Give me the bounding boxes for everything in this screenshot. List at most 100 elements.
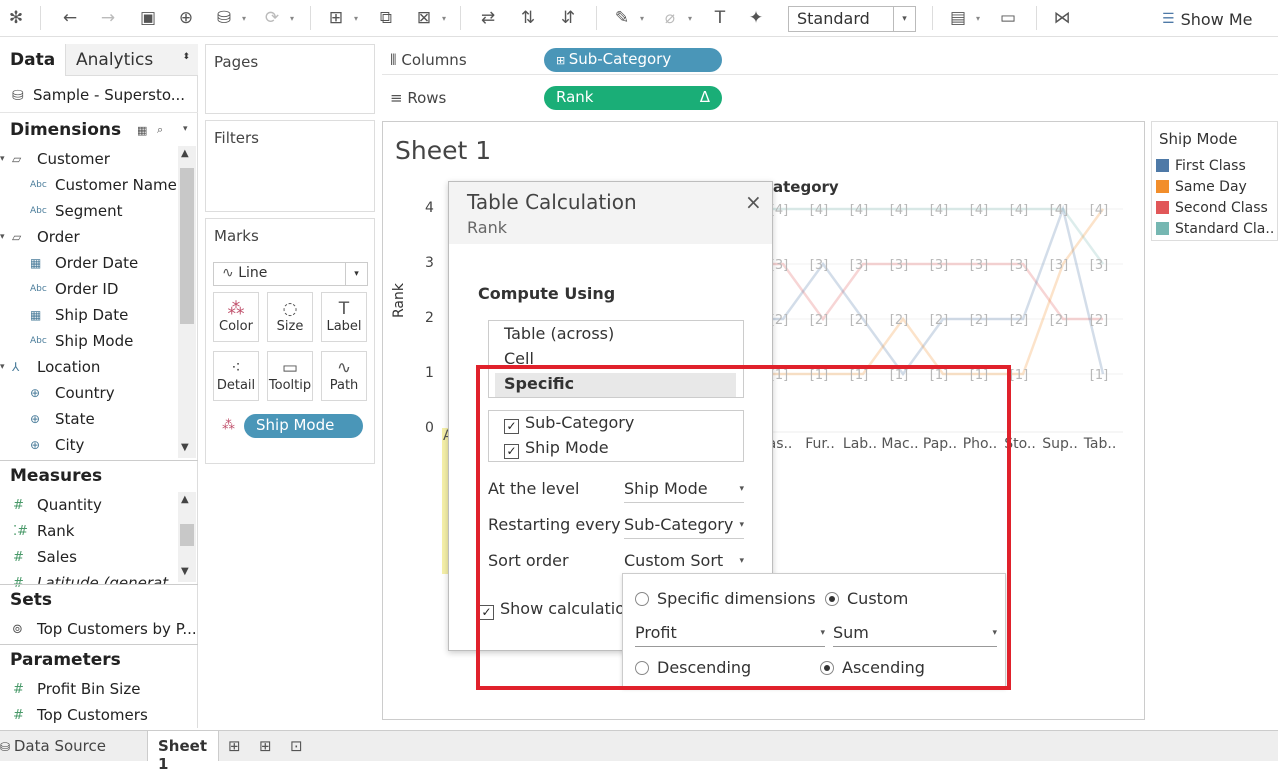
mark-type-select[interactable]: ∿ Line ▾ (213, 262, 368, 286)
legend-item[interactable]: Second Class (1156, 200, 1268, 216)
scroll-up-icon[interactable]: ▲ (181, 148, 189, 159)
radio-ascending[interactable]: Ascending (820, 658, 925, 677)
new-dashboard-icon[interactable]: ⊞ (259, 737, 272, 755)
redo-icon[interactable]: → (94, 4, 122, 32)
chevron-down-icon[interactable]: ▾ (183, 124, 188, 134)
legend-item[interactable]: Same Day (1156, 179, 1247, 195)
chevron-down-icon[interactable]: ▾ (345, 263, 367, 285)
new-story-icon[interactable]: ⊡ (290, 737, 303, 755)
tab-analytics[interactable]: Analytics ⬍ (65, 44, 198, 76)
new-datasource-icon[interactable]: ⊕ (172, 4, 200, 32)
dimension-field[interactable]: Order ID (55, 280, 118, 298)
pause-updates-icon[interactable]: ⛁ ▾ (210, 4, 246, 32)
collapse-icon[interactable]: ▾ (0, 154, 5, 164)
color-button[interactable]: ⁂ Color (213, 292, 259, 342)
tab-data[interactable]: Data (0, 44, 64, 76)
dimension-field[interactable]: Ship Mode (55, 332, 133, 350)
highlight-icon[interactable]: ✎ ▾ (608, 4, 644, 32)
presentation-mode-icon[interactable]: ▭ (994, 4, 1022, 32)
measure-field[interactable]: Quantity (37, 496, 102, 514)
view-list-icon[interactable]: ▦ (137, 124, 147, 137)
measure-field[interactable]: Sales (37, 548, 77, 566)
collapse-icon[interactable]: ▾ (0, 362, 5, 372)
label-button[interactable]: T Label (321, 292, 367, 342)
set-item[interactable]: Top Customers by P... (37, 620, 197, 638)
radio-selected-icon[interactable] (825, 592, 839, 606)
sort-field-dropdown[interactable]: Profit ▾ (635, 623, 825, 647)
restarting-dropdown[interactable]: Sub-Category ▾ (624, 515, 744, 539)
radio-unselected-icon[interactable] (635, 661, 649, 675)
checkbox-checked-icon[interactable]: ✓ (504, 419, 519, 434)
detail-button[interactable]: ⁖ Detail (213, 351, 259, 401)
marks-ship-mode-pill[interactable]: Ship Mode (244, 414, 363, 438)
fix-axes-icon[interactable]: ✦ (742, 4, 770, 32)
dimension-field[interactable]: Customer (37, 150, 110, 168)
show-mark-labels-icon[interactable]: T (706, 4, 734, 32)
share-icon[interactable]: ⋈ (1048, 4, 1076, 32)
undo-icon[interactable]: ← (56, 4, 84, 32)
radio-selected-icon[interactable] (820, 661, 834, 675)
group-members-icon[interactable]: ⌀ ▾ (656, 4, 692, 32)
size-button[interactable]: ◌ Size (267, 292, 313, 342)
rank-pill[interactable]: Rank Δ (544, 86, 722, 110)
columns-shelf[interactable]: ⦀ Columns ⊞ Sub-Category (382, 45, 1278, 75)
path-button[interactable]: ∿ Path (321, 351, 367, 401)
legend-item[interactable]: First Class (1156, 158, 1246, 174)
dimensions-scroll-thumb[interactable] (180, 168, 194, 324)
swap-rows-columns-icon[interactable]: ⇄ (474, 4, 502, 32)
measure-field[interactable]: Rank (37, 522, 74, 540)
scroll-up-icon[interactable]: ▲ (181, 494, 189, 505)
checkbox-checked-icon[interactable]: ✓ (504, 444, 519, 459)
radio-descending[interactable]: Descending (635, 658, 751, 677)
close-icon[interactable]: × (745, 190, 762, 214)
option-cell[interactable]: Cell (504, 349, 534, 368)
collapse-icon[interactable]: ▾ (0, 232, 5, 242)
parameter-item[interactable]: Profit Bin Size (37, 680, 140, 698)
radio-unselected-icon[interactable] (635, 592, 649, 606)
measure-field[interactable]: Latitude (generat... (37, 574, 182, 584)
scroll-down-icon[interactable]: ▼ (181, 442, 189, 453)
checkbox-checked-icon[interactable]: ✓ (479, 605, 494, 620)
new-worksheet-icon[interactable]: ⊞ (228, 737, 241, 755)
tableau-logo-icon[interactable]: ✻ (2, 4, 30, 32)
dim-subcategory[interactable]: ✓ Sub-Category (504, 413, 634, 434)
sort-descending-icon[interactable]: ⇵ (554, 4, 582, 32)
dimension-field[interactable]: Segment (55, 202, 123, 220)
chevron-down-icon[interactable]: ▾ (893, 7, 915, 31)
dimension-field[interactable]: Order Date (55, 254, 138, 272)
sort-ascending-icon[interactable]: ⇅ (514, 4, 542, 32)
at-level-dropdown[interactable]: Ship Mode ▾ (624, 479, 744, 503)
legend-item[interactable]: Standard Cla.. (1156, 221, 1274, 237)
new-worksheet-icon[interactable]: ⊞ ▾ (322, 4, 358, 32)
sort-aggregation-dropdown[interactable]: Sum ▾ (833, 623, 997, 647)
refresh-icon[interactable]: ⟳ ▾ (258, 4, 294, 32)
radio-custom[interactable]: Custom (825, 589, 908, 608)
sort-order-dropdown[interactable]: Custom Sort ▾ (624, 551, 744, 575)
show-hide-cards-icon[interactable]: ▤ ▾ (944, 4, 980, 32)
dimension-field[interactable]: Ship Date (55, 306, 128, 324)
scroll-down-icon[interactable]: ▼ (181, 566, 189, 577)
option-specific[interactable]: Specific (504, 374, 574, 393)
sheet-1-tab[interactable]: Sheet 1 (147, 731, 219, 773)
search-icon[interactable]: ⌕ (157, 123, 163, 137)
filters-shelf[interactable]: Filters (205, 120, 375, 212)
dimension-field[interactable]: State (55, 410, 95, 428)
save-icon[interactable]: ▣ (134, 4, 162, 32)
dim-ship-mode[interactable]: ✓ Ship Mode (504, 438, 609, 459)
data-source-tab[interactable]: ⛁ Data Source (0, 737, 106, 755)
datasource-name[interactable]: Sample - Supersto... (33, 86, 185, 104)
clear-sheet-icon[interactable]: ⊠ ▾ (410, 4, 446, 32)
dimension-field[interactable]: Location (37, 358, 100, 376)
dimension-field[interactable]: Order (37, 228, 80, 246)
dimension-field[interactable]: Customer Name (55, 176, 177, 194)
parameter-item[interactable]: Top Customers (37, 706, 148, 724)
subcategory-pill[interactable]: ⊞ Sub-Category (544, 48, 722, 72)
tooltip-button[interactable]: ▭ Tooltip (267, 351, 313, 401)
rows-shelf[interactable]: ≡ Rows Rank Δ (382, 83, 1278, 113)
show-calc-assistance[interactable]: ✓ Show calculatio (479, 599, 625, 620)
dimension-field[interactable]: City (55, 436, 84, 454)
dimension-field[interactable]: Country (55, 384, 115, 402)
option-table-across[interactable]: Table (across) (504, 324, 614, 343)
measures-scroll-thumb[interactable] (180, 524, 194, 546)
pages-shelf[interactable]: Pages (205, 44, 375, 114)
